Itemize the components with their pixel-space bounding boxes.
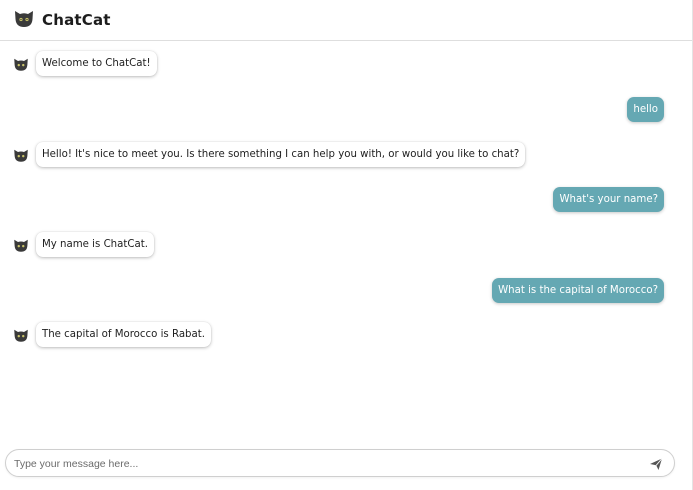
- cat-avatar-icon: [12, 236, 30, 254]
- message-list: Welcome to ChatCat! hello Hello! It's ni…: [0, 41, 693, 441]
- bot-message-bubble: Welcome to ChatCat!: [36, 51, 157, 76]
- message-row: Hello! It's nice to meet you. Is there s…: [0, 139, 693, 171]
- bot-message-bubble: My name is ChatCat.: [36, 232, 154, 257]
- send-button[interactable]: [648, 456, 664, 472]
- message-row: The capital of Morocco is Rabat.: [0, 319, 693, 351]
- user-message-bubble: What is the capital of Morocco?: [492, 278, 664, 303]
- message-row: Welcome to ChatCat!: [0, 48, 693, 80]
- message-row: What is the capital of Morocco?: [0, 275, 693, 307]
- cat-avatar-icon: [12, 55, 30, 73]
- message-row: What's your name?: [0, 184, 693, 216]
- cat-avatar-icon: [12, 146, 30, 164]
- message-input[interactable]: [14, 454, 634, 474]
- app-header: ChatCat: [0, 0, 693, 41]
- bot-message-bubble: Hello! It's nice to meet you. Is there s…: [36, 142, 526, 167]
- bot-message-bubble: The capital of Morocco is Rabat.: [36, 322, 211, 347]
- app-title: ChatCat: [42, 11, 111, 29]
- send-icon: [648, 458, 664, 475]
- user-message-bubble: What's your name?: [553, 187, 664, 212]
- cat-face-icon: [12, 6, 36, 34]
- message-row: hello: [0, 94, 693, 126]
- chat-app: ChatCat Welcome to ChatCat! hello Hello!…: [0, 0, 693, 490]
- cat-avatar-icon: [12, 326, 30, 344]
- user-message-bubble: hello: [627, 97, 664, 122]
- message-composer: [5, 449, 675, 477]
- message-row: My name is ChatCat.: [0, 229, 693, 261]
